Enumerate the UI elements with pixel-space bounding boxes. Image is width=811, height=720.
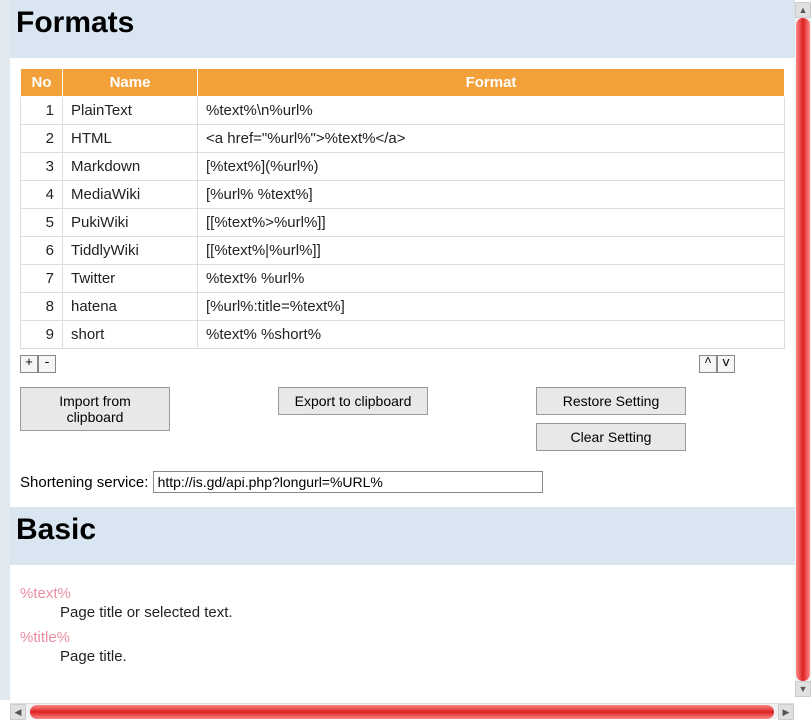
add-row-button[interactable]: + (20, 355, 38, 373)
placeholder-term: %text% (20, 585, 785, 602)
horizontal-scrollbar-thumb[interactable] (30, 705, 774, 719)
cell-format: %text% %short% (198, 321, 785, 349)
restore-setting-button[interactable]: Restore Setting (536, 387, 686, 415)
table-row[interactable]: 2HTML<a href="%url%">%text%</a> (21, 125, 785, 153)
remove-row-button[interactable]: - (38, 355, 56, 373)
move-up-button[interactable]: ^ (699, 355, 717, 373)
shortening-service-input[interactable] (153, 471, 543, 493)
cell-no: 9 (21, 321, 63, 349)
placeholder-description: Page title or selected text. (60, 604, 785, 621)
cell-no: 6 (21, 237, 63, 265)
table-row[interactable]: 8hatena[%url%:title=%text%] (21, 293, 785, 321)
col-header-format: Format (198, 69, 785, 97)
scroll-up-arrow-icon[interactable]: ▲ (795, 2, 811, 18)
cell-name: HTML (63, 125, 198, 153)
vertical-scrollbar-thumb[interactable] (796, 18, 810, 681)
cell-no: 3 (21, 153, 63, 181)
cell-format: [%url% %text%] (198, 181, 785, 209)
scroll-left-arrow-icon[interactable]: ◀ (10, 704, 26, 720)
shortening-service-row: Shortening service: (20, 471, 785, 493)
cell-no: 5 (21, 209, 63, 237)
table-row[interactable]: 4MediaWiki[%url% %text%] (21, 181, 785, 209)
cell-no: 4 (21, 181, 63, 209)
table-row[interactable]: 7Twitter%text% %url% (21, 265, 785, 293)
action-buttons-row: Import from clipboard Export to clipboar… (20, 387, 785, 459)
formats-heading-section: Formats (10, 0, 795, 58)
vertical-scrollbar[interactable]: ▲ ▼ (795, 2, 811, 697)
import-clipboard-button[interactable]: Import from clipboard (20, 387, 170, 431)
scroll-right-arrow-icon[interactable]: ▶ (778, 704, 794, 720)
col-header-no: No (21, 69, 63, 97)
cell-format: [[%text%>%url%]] (198, 209, 785, 237)
cell-name: PlainText (63, 97, 198, 125)
formats-panel: No Name Format 1PlainText%text%\n%url%2H… (10, 58, 795, 493)
col-header-name: Name (63, 69, 198, 97)
cell-format: [[%text%|%url%]] (198, 237, 785, 265)
placeholder-term: %title% (20, 629, 785, 646)
basic-heading: Basic (16, 513, 789, 547)
basic-heading-section: Basic (10, 507, 795, 565)
formats-heading: Formats (16, 6, 789, 40)
cell-no: 1 (21, 97, 63, 125)
table-row[interactable]: 3Markdown[%text%](%url%) (21, 153, 785, 181)
cell-no: 8 (21, 293, 63, 321)
table-row[interactable]: 9short%text% %short% (21, 321, 785, 349)
cell-no: 7 (21, 265, 63, 293)
cell-format: [%text%](%url%) (198, 153, 785, 181)
cell-name: TiddlyWiki (63, 237, 198, 265)
placeholder-description: Page title. (60, 648, 785, 665)
table-row[interactable]: 6TiddlyWiki[[%text%|%url%]] (21, 237, 785, 265)
left-edge-decoration (0, 0, 10, 700)
cell-name: Markdown (63, 153, 198, 181)
table-row[interactable]: 1PlainText%text%\n%url% (21, 97, 785, 125)
cell-no: 2 (21, 125, 63, 153)
shortening-label: Shortening service: (20, 474, 148, 491)
cell-name: MediaWiki (63, 181, 198, 209)
cell-name: hatena (63, 293, 198, 321)
basic-panel: %text% Page title or selected text. %title… (10, 565, 795, 665)
clear-setting-button[interactable]: Clear Setting (536, 423, 686, 451)
cell-name: PukiWiki (63, 209, 198, 237)
formats-table: No Name Format 1PlainText%text%\n%url%2H… (20, 68, 785, 349)
row-controls: +- ^v (20, 355, 785, 377)
settings-page: Formats No Name Format 1PlainText%text%\… (0, 0, 795, 700)
cell-format: %text%\n%url% (198, 97, 785, 125)
content-area: Formats No Name Format 1PlainText%text%\… (10, 0, 795, 700)
move-down-button[interactable]: v (717, 355, 735, 373)
scroll-down-arrow-icon[interactable]: ▼ (795, 681, 811, 697)
table-row[interactable]: 5PukiWiki[[%text%>%url%]] (21, 209, 785, 237)
cell-name: Twitter (63, 265, 198, 293)
cell-name: short (63, 321, 198, 349)
cell-format: [%url%:title=%text%] (198, 293, 785, 321)
cell-format: <a href="%url%">%text%</a> (198, 125, 785, 153)
horizontal-scrollbar[interactable]: ◀ ▶ (10, 703, 794, 719)
export-clipboard-button[interactable]: Export to clipboard (278, 387, 428, 415)
cell-format: %text% %url% (198, 265, 785, 293)
